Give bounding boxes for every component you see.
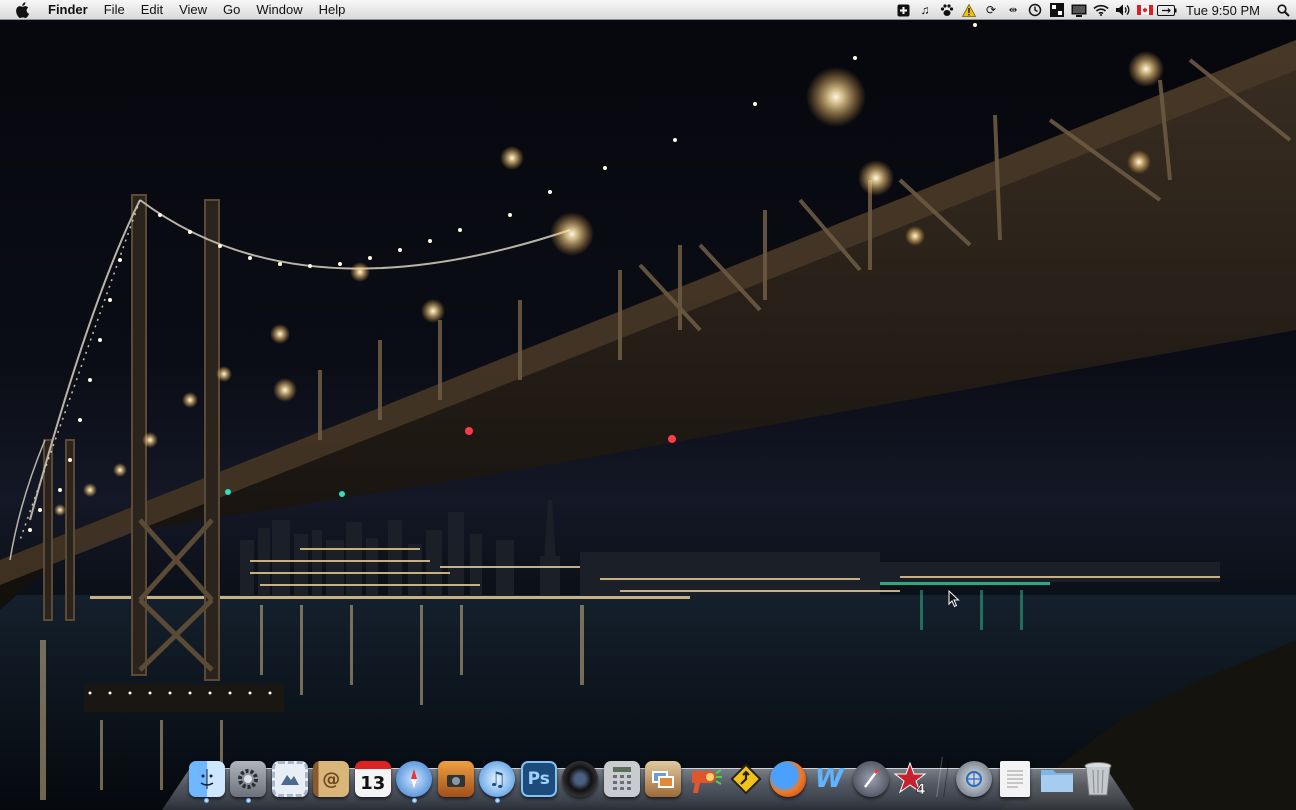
menu-window[interactable]: Window — [248, 0, 310, 20]
dock-firefox[interactable] — [767, 757, 809, 797]
dock-separator — [936, 757, 950, 797]
menubar-clock[interactable]: Tue 9:50 PM — [1178, 3, 1270, 18]
music-note-icon: ♫ — [479, 761, 516, 797]
dock-downloads-folder[interactable] — [1036, 757, 1078, 797]
dock-word-processor[interactable]: W — [809, 757, 851, 797]
network-utility-icon — [955, 761, 992, 797]
dock-system-preferences[interactable] — [228, 757, 270, 803]
compass-icon — [396, 761, 433, 797]
folder-icon — [1039, 761, 1075, 797]
svg-text:4: 4 — [916, 782, 926, 797]
apple-menu-button[interactable] — [0, 0, 44, 20]
word-logo-icon: W — [814, 764, 844, 794]
dock-network-utility[interactable] — [953, 757, 995, 797]
dock-transmit[interactable] — [726, 757, 768, 797]
dock-hair-dryer-app[interactable] — [684, 757, 726, 797]
mail-stamp-icon — [271, 761, 308, 797]
dock-address-book[interactable]: @ — [311, 757, 353, 797]
gear-icon — [230, 761, 267, 797]
finder-icon — [188, 761, 225, 797]
display-mirroring-icon[interactable] — [1068, 0, 1090, 20]
itunes-control-icon[interactable]: ♫ — [914, 0, 936, 20]
menu-edit[interactable]: Edit — [133, 0, 171, 20]
menu-go[interactable]: Go — [215, 0, 248, 20]
star-four-icon: 4 — [894, 761, 930, 797]
desktop-wallpaper — [0, 0, 1296, 810]
menu-bar: Finder File Edit View Go Window Help ♫ ⟳… — [0, 0, 1296, 20]
volume-icon[interactable] — [1112, 0, 1134, 20]
dock-photoshop[interactable]: Ps — [518, 757, 560, 797]
dock-calculator[interactable] — [601, 757, 643, 797]
running-indicator — [245, 798, 251, 803]
dock-mail[interactable] — [269, 757, 311, 797]
road-sign-icon — [728, 761, 764, 797]
dock-safari[interactable] — [394, 757, 436, 803]
camera-lens-icon — [562, 761, 599, 797]
apple-logo-icon — [16, 1, 29, 18]
spaces-icon[interactable] — [1046, 0, 1068, 20]
warning-icon[interactable] — [958, 0, 980, 20]
dock-script-editor[interactable] — [850, 757, 892, 797]
battery-icon[interactable] — [1156, 0, 1178, 20]
document-stack-icon — [1000, 761, 1031, 797]
dock-documents-stack[interactable] — [995, 757, 1037, 797]
dock-itunes[interactable]: ♫ — [477, 757, 519, 803]
menu-app-finder[interactable]: Finder — [44, 0, 96, 20]
running-indicator — [494, 798, 500, 803]
mouse-pointer-icon — [948, 590, 960, 608]
input-source-flag-icon[interactable] — [1134, 0, 1156, 20]
time-machine-icon[interactable] — [1024, 0, 1046, 20]
dock-trash[interactable] — [1078, 757, 1120, 797]
status-menus: ♫ ⟳ ⇹ Tue 9:50 PM — [892, 0, 1296, 20]
firefox-globe-icon — [769, 761, 806, 797]
calendar-icon: 13 — [354, 761, 391, 797]
dock-aperture[interactable] — [560, 757, 602, 797]
dock-motion[interactable]: 4 — [892, 757, 934, 797]
menu-file[interactable]: File — [96, 0, 133, 20]
address-book-icon: @ — [313, 761, 350, 797]
menu-view[interactable]: View — [171, 0, 215, 20]
photoshop-icon: Ps — [520, 761, 557, 797]
hair-dryer-icon — [687, 761, 723, 797]
dock-ical[interactable]: 13 — [352, 757, 394, 797]
menu-help[interactable]: Help — [311, 0, 354, 20]
spotlight-search-icon[interactable] — [1270, 0, 1296, 20]
dock-iphoto[interactable] — [435, 757, 477, 797]
dock-finder[interactable] — [186, 757, 228, 803]
add-icon[interactable] — [892, 0, 914, 20]
quill-script-icon — [852, 761, 889, 797]
running-indicator — [411, 798, 417, 803]
calculator-icon — [603, 761, 640, 797]
camera-photo-icon — [437, 761, 474, 797]
wifi-icon[interactable] — [1090, 0, 1112, 20]
network-activity-icon[interactable]: ⇹ — [1002, 0, 1024, 20]
dock: @ 13 ♫ Ps W 4 — [186, 757, 1120, 803]
sync-icon[interactable]: ⟳ — [980, 0, 1002, 20]
dock-preview[interactable] — [643, 757, 685, 797]
bay-bridge-night-photo — [0, 23, 1296, 810]
trash-icon — [1080, 761, 1116, 797]
growl-paw-icon[interactable] — [936, 0, 958, 20]
preview-photos-icon — [645, 761, 682, 797]
